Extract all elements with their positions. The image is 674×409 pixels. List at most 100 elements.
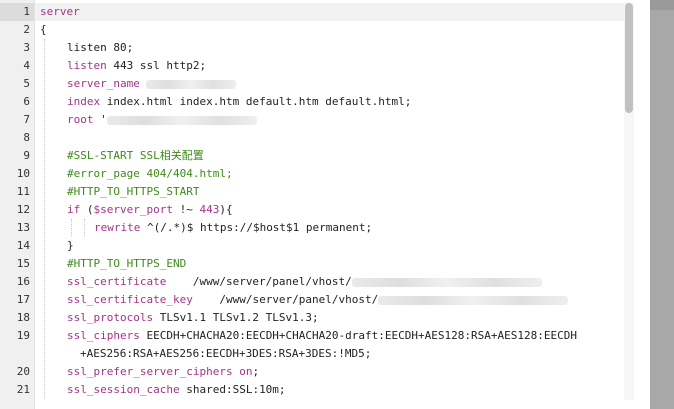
code-token: shared:SSL:10m;	[179, 383, 286, 396]
line-number: 18	[16, 311, 30, 324]
code-token: server	[40, 5, 80, 18]
line-content: ssl_prefer_server_ciphers on;	[67, 363, 259, 381]
code-token: !~	[172, 203, 200, 216]
code-token: ssl_prefer_server_ciphers	[67, 365, 233, 378]
line-content: ssl_session_cache shared:SSL:10m;	[67, 381, 286, 399]
code-line[interactable]: 20 ssl_prefer_server_ciphers on;	[0, 363, 630, 381]
line-content: server	[40, 3, 80, 21]
code-line[interactable]: +AES256:RSA+AES256:EECDH+3DES:RSA+3DES:!…	[0, 345, 630, 363]
code-line[interactable]: 14}	[0, 237, 630, 255]
redacted-text	[106, 115, 257, 125]
line-number: 10	[16, 167, 30, 180]
line-number: 1	[23, 5, 30, 18]
page-scrollbar-area[interactable]	[650, 0, 674, 409]
code-line[interactable]: 7 root '	[0, 111, 630, 129]
line-content: listen 80;	[67, 39, 133, 57]
code-token: rewrite	[94, 221, 141, 234]
code-token: /www/server/panel/vhost/	[192, 293, 379, 306]
code-token: server_name	[67, 77, 140, 90]
code-token: listen 80;	[67, 41, 134, 54]
code-line[interactable]: 15 #HTTP_TO_HTTPS_END	[0, 255, 630, 273]
code-token: TLSv1.1 TLSv1.2 TLSv1.3;	[153, 311, 319, 324]
code-line[interactable]: 8	[0, 129, 630, 147]
code-token: (	[80, 203, 94, 216]
code-token: }	[67, 239, 74, 252]
code-token: index.html index.htm default.htm default…	[100, 95, 412, 108]
code-token: ){	[219, 203, 233, 216]
code-line[interactable]: 3 listen 80;	[0, 39, 630, 57]
code-token: #HTTP_TO_HTTPS_END	[67, 257, 187, 270]
line-number: 15	[16, 257, 30, 270]
line-number: 20	[16, 365, 30, 378]
line-number: 13	[16, 221, 30, 234]
code-token: +AES256:RSA+AES256:EECDH+3DES:RSA+3DES:!…	[80, 347, 372, 360]
code-token: 443 ssl http2;	[106, 59, 207, 72]
code-line[interactable]: 10 #error_page 404/404.html;	[0, 165, 630, 183]
code-line[interactable]: 17 ssl_certificate_key /www/server/panel/…	[0, 291, 630, 309]
line-content: server_name	[67, 75, 237, 93]
code-line[interactable]: 5 server_name	[0, 75, 630, 93]
line-content: #HTTP_TO_HTTPS_END	[67, 255, 186, 273]
line-content: ssl_protocols TLSv1.1 TLSv1.2 TLSv1.3;	[67, 309, 319, 327]
code-token: #error_page 404/404.html;	[67, 167, 233, 180]
code-line[interactable]: 9 #SSL-START SSL相关配置	[0, 147, 630, 165]
line-number: 7	[23, 113, 30, 126]
line-number: 9	[23, 149, 30, 162]
code-token: ssl_session_cache	[67, 383, 180, 396]
line-content: ssl_certificate /www/server/panel/vhost/	[67, 273, 542, 291]
code-token: ssl_certificate_key	[67, 293, 193, 306]
code-line[interactable]: 1 server	[0, 3, 630, 21]
line-content: rewrite ^(/.*)$ https://$host$1 permanen…	[94, 219, 372, 237]
line-content: index index.html index.htm default.htm d…	[67, 93, 411, 111]
line-content: root '	[67, 111, 257, 129]
line-number: 3	[23, 41, 30, 54]
line-number: 21	[16, 383, 30, 396]
code-token: /www/server/panel/vhost/	[166, 275, 352, 288]
code-token: 443	[199, 203, 220, 216]
code-line[interactable]: 4 listen 443 ssl http2;	[0, 57, 630, 75]
code-token: if	[67, 203, 81, 216]
redacted-text	[378, 295, 569, 305]
line-content: #SSL-START SSL相关配置	[67, 147, 204, 165]
code-token: ^(/.*)$ https://$host$1 permanent;	[140, 221, 373, 234]
code-line[interactable]: 21 ssl_session_cache shared:SSL:10m;	[0, 381, 630, 399]
code-line[interactable]: 11 #HTTP_TO_HTTPS_START	[0, 183, 630, 201]
code-line[interactable]: 19 ssl_ciphers EECDH+CHACHA20:EECDH+CHACH…	[0, 327, 630, 345]
line-content: {	[40, 21, 47, 39]
line-number: 17	[16, 293, 30, 306]
line-content: if ($server_port !~ 443){	[67, 201, 233, 219]
code-token: ssl_protocols	[67, 311, 154, 324]
code-line[interactable]: 13 rewrite ^(/.*)$ https://$host$1 perman…	[0, 219, 630, 237]
redacted-text	[146, 79, 237, 89]
code-token: EECDH+CHACHA20:EECDH+CHACHA20-draft:EECD…	[139, 329, 577, 342]
code-line[interactable]: 12 if ($server_port !~ 443){	[0, 201, 630, 219]
code-token: listen	[67, 59, 107, 72]
code-editor[interactable]: 1 server 2{ 3 listen 80; 4 listen 443 ssl http…	[0, 0, 650, 409]
line-number: 12	[16, 203, 30, 216]
line-content: ssl_ciphers EECDH+CHACHA20:EECDH+CHACHA2…	[67, 327, 577, 345]
line-number: 4	[23, 59, 30, 72]
line-number: 6	[23, 95, 30, 108]
code-line[interactable]: 16 ssl_certificate /www/server/panel/vhos…	[0, 273, 630, 291]
line-content: }	[67, 237, 74, 255]
code-token: #HTTP_TO_HTTPS_START	[67, 185, 200, 198]
line-number: 16	[16, 275, 30, 288]
line-number: 5	[23, 77, 30, 90]
code-token: on	[239, 365, 253, 378]
code-line[interactable]: 2{	[0, 21, 630, 39]
line-number: 19	[16, 329, 30, 342]
code-token: ;	[252, 365, 260, 378]
code-token: root	[67, 113, 94, 126]
vertical-scrollbar-thumb[interactable]	[625, 3, 633, 113]
line-content: #HTTP_TO_HTTPS_START	[67, 183, 199, 201]
line-content: listen 443 ssl http2;	[67, 57, 206, 75]
code-line[interactable]: 6 index index.html index.htm default.htm …	[0, 93, 630, 111]
code-line[interactable]: 18 ssl_protocols TLSv1.1 TLSv1.2 TLSv1.3;	[0, 309, 630, 327]
page-scrollbar-arrow[interactable]	[650, 0, 674, 10]
code-token: ssl_ciphers	[67, 329, 140, 342]
code-token: {	[40, 23, 47, 36]
line-number: 11	[16, 185, 30, 198]
line-content: #error_page 404/404.html;	[67, 165, 233, 183]
code-token: $server_port	[93, 203, 173, 216]
